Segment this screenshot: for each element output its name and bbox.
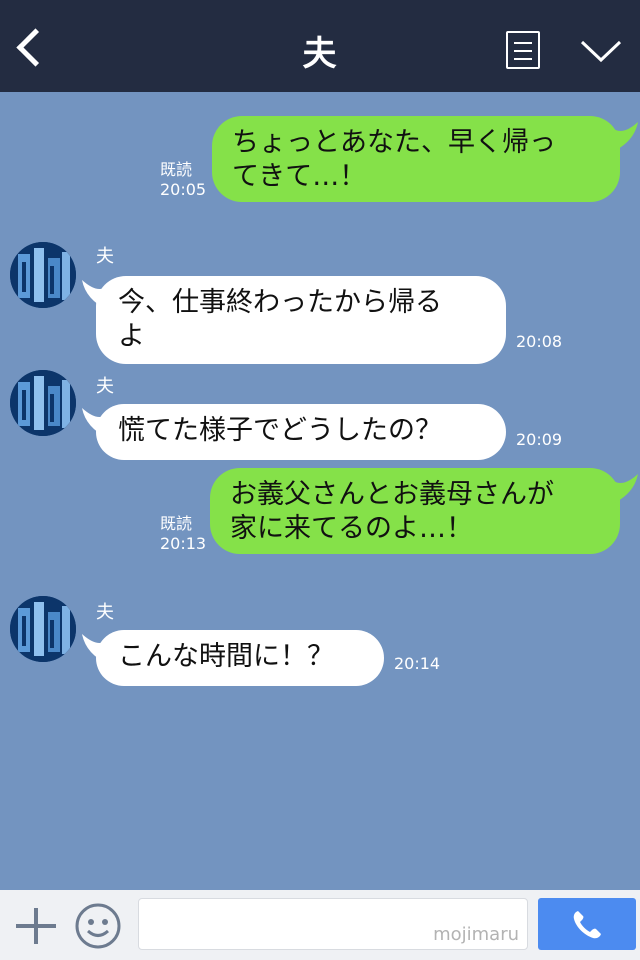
phone-icon (573, 911, 601, 939)
timestamp: 20:14 (394, 654, 441, 673)
timestamp: 20:13 (160, 534, 207, 553)
bubble-tail (608, 122, 638, 152)
message-bubble-sent[interactable]: お義父さんとお義母さんが 家に来てるのよ…！ (210, 468, 620, 554)
sender-name: 夫 (96, 602, 114, 623)
message-bubble-received[interactable]: こんな時間に！？ (96, 630, 384, 686)
call-button[interactable] (538, 898, 636, 950)
message-meta: 既読 20:13 (160, 514, 206, 554)
timestamp: 20:09 (516, 430, 563, 449)
message-input[interactable]: mojimaru (138, 898, 528, 950)
sender-name: 夫 (96, 376, 114, 397)
chevron-down-icon[interactable] (580, 40, 622, 64)
chat-title: 夫 (302, 34, 338, 74)
message-bubble-received[interactable]: 慌てた様子でどうしたの？ (96, 404, 506, 460)
chat-area[interactable]: 既読 20:05 ちょっとあなた、早く帰っ てきて…！ 夫 今、仕事終わったから… (0, 92, 640, 890)
message-bubble-received[interactable]: 今、仕事終わったから帰る よ (96, 276, 506, 364)
read-receipt: 既読 (160, 514, 193, 533)
chat-header: 夫 (0, 0, 640, 92)
menu-icon[interactable] (506, 31, 540, 69)
timestamp: 20:08 (516, 332, 563, 351)
avatar[interactable] (10, 596, 76, 662)
sender-name: 夫 (96, 246, 114, 267)
bubble-tail (608, 474, 638, 504)
timestamp: 20:05 (160, 180, 207, 199)
watermark-text: mojimaru (433, 924, 519, 945)
message-bubble-sent[interactable]: ちょっとあなた、早く帰っ てきて…！ (212, 116, 620, 202)
avatar[interactable] (10, 242, 76, 308)
avatar[interactable] (10, 370, 76, 436)
message-meta: 既読 20:05 (160, 160, 206, 200)
emoji-icon[interactable] (74, 902, 122, 950)
plus-icon[interactable] (14, 904, 58, 948)
read-receipt: 既読 (160, 160, 193, 179)
